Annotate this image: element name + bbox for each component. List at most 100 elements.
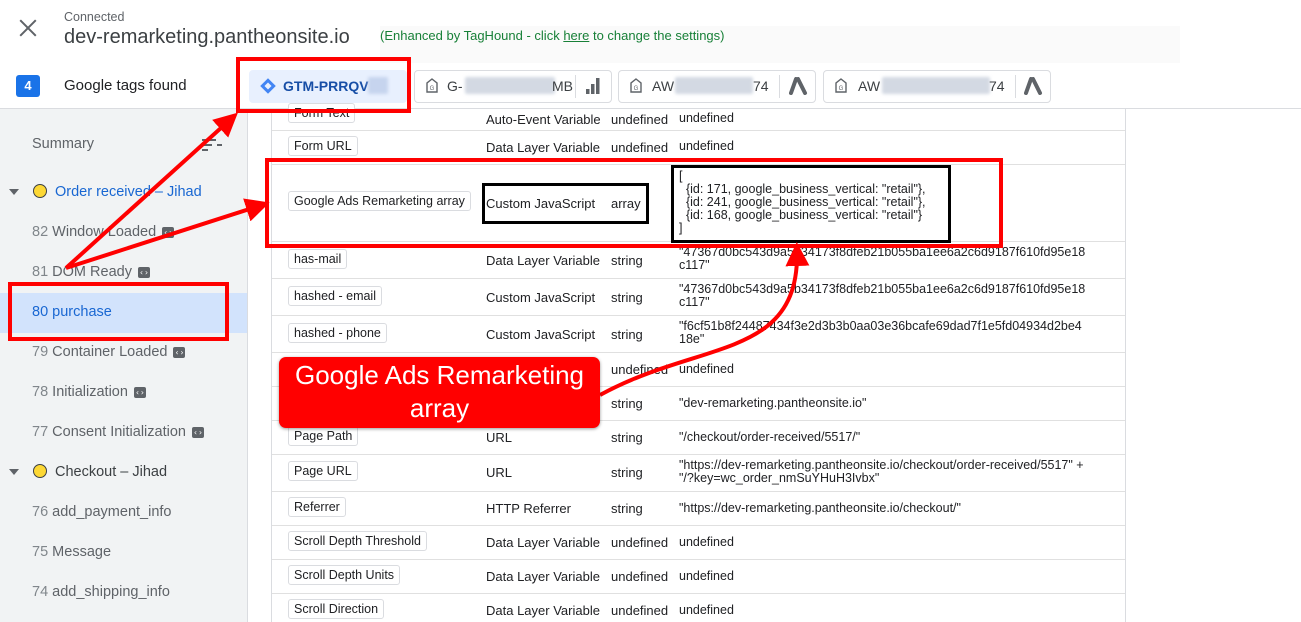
return-type: undefined xyxy=(611,569,669,584)
return-type: undefined xyxy=(611,140,669,155)
variable-name[interactable]: hashed - email xyxy=(288,286,382,306)
return-type: array xyxy=(611,196,641,211)
taghound-suffix: to change the settings) xyxy=(589,28,725,43)
event-number: 78 xyxy=(32,384,49,400)
event-number: 77 xyxy=(32,424,49,440)
event-label: Container Loaded xyxy=(52,344,168,360)
tag-chip-label: AW xyxy=(652,78,675,94)
variable-value: undefined xyxy=(679,603,734,617)
return-type: string xyxy=(611,396,643,411)
variable-name[interactable]: Page URL xyxy=(288,461,358,481)
google-tag-icon: G xyxy=(835,78,847,93)
variable-value: "47367d0bc543d9a5b34173f8dfeb21b055ba1ee… xyxy=(679,282,1086,309)
event-number: 74 xyxy=(32,584,49,600)
variable-value: "47367d0bc543d9a5b34173f8dfeb21b055ba1ee… xyxy=(679,245,1086,272)
table-row: hashed - email Custom JavaScript string … xyxy=(272,279,1125,316)
variable-type: Custom JavaScript xyxy=(486,196,596,211)
code-icon: ‹› xyxy=(173,347,186,358)
sidebar-group-order-received[interactable]: Order received – Jihad xyxy=(0,173,247,213)
variable-value: [ {id: 171, google_business_vertical: "r… xyxy=(679,169,926,235)
sidebar-event-initialization[interactable]: 78 Initialization ‹› xyxy=(0,373,247,413)
variable-name[interactable]: Referrer xyxy=(288,497,346,517)
variable-type: Data Layer Variable xyxy=(486,603,600,618)
variable-value: "/checkout/order-received/5517/" xyxy=(679,430,861,444)
sidebar-event-container-loaded[interactable]: 79 Container Loaded ‹› xyxy=(0,333,247,373)
expand-triangle-icon[interactable] xyxy=(9,189,19,195)
return-type: undefined xyxy=(611,603,669,618)
sidebar-event-message[interactable]: 75 Message xyxy=(0,533,247,573)
variable-name[interactable]: Form URL xyxy=(288,136,358,156)
variable-name[interactable]: hashed - phone xyxy=(288,323,387,343)
table-row: Referrer HTTP Referrer string "https://d… xyxy=(272,492,1125,526)
google-ads-icon xyxy=(1024,77,1042,95)
variable-type: Data Layer Variable xyxy=(486,140,600,155)
sidebar-event-dom-ready[interactable]: 81 DOM Ready ‹› xyxy=(0,253,247,293)
sidebar-event-purchase[interactable]: 80 purchase xyxy=(0,293,247,333)
annotation-callout: Google Ads Remarketing array xyxy=(279,357,600,428)
event-label: Window Loaded xyxy=(52,224,157,240)
expand-triangle-icon[interactable] xyxy=(9,469,19,475)
page-status-dot-icon xyxy=(33,184,47,198)
event-label: DOM Ready xyxy=(52,264,132,280)
group-title: Order received – Jihad xyxy=(55,184,202,200)
variable-name[interactable]: Form Text xyxy=(288,103,356,123)
return-type: undefined xyxy=(611,535,669,550)
sidebar-event-add-payment-info[interactable]: 76 add_payment_info xyxy=(0,493,247,533)
tag-chip-label: GTM-PRRQV xyxy=(283,78,369,94)
sidebar-group-checkout[interactable]: Checkout – Jihad xyxy=(0,453,247,493)
variable-name[interactable]: has-mail xyxy=(288,249,348,269)
variable-type: HTTP Referrer xyxy=(486,501,571,516)
table-row: Scroll Direction Data Layer Variable und… xyxy=(272,594,1125,622)
header: Connected dev-remarketing.pantheonsite.i… xyxy=(0,0,1301,64)
tags-found-label: Google tags found xyxy=(64,77,187,94)
variable-name[interactable]: Page Path xyxy=(288,426,359,446)
page-status-dot-icon xyxy=(33,464,47,478)
event-number: 82 xyxy=(32,224,49,240)
site-title: dev-remarketing.pantheonsite.io xyxy=(64,26,350,48)
variable-name[interactable]: Scroll Direction xyxy=(288,599,385,619)
tag-chip-label: AW xyxy=(858,78,881,94)
sidebar-event-add-shipping-info[interactable]: 74 add_shipping_info xyxy=(0,573,247,613)
tag-chip-label-tail: 74 xyxy=(989,78,1005,94)
return-type: undefined xyxy=(611,112,669,127)
connection-status: Connected xyxy=(64,10,125,24)
svg-text:G: G xyxy=(430,86,435,92)
return-type: undefined xyxy=(611,362,669,377)
svg-text:G: G xyxy=(634,86,639,92)
variable-type: Auto-Event Variable xyxy=(486,112,601,127)
variable-value: undefined xyxy=(679,569,734,583)
svg-text:G: G xyxy=(839,86,844,92)
event-number: 76 xyxy=(32,504,49,520)
tag-count-badge: 4 xyxy=(16,75,40,97)
redacted-text xyxy=(675,77,753,94)
taghound-settings-link[interactable]: here xyxy=(563,28,589,43)
event-label: add_payment_info xyxy=(52,504,172,520)
tag-chip-gtm[interactable]: GTM-PRRQV xyxy=(249,70,407,103)
variable-value: "https://dev-remarketing.pantheonsite.io… xyxy=(679,458,1084,485)
variable-name[interactable]: Google Ads Remarketing array xyxy=(288,191,471,211)
filter-list-icon[interactable] xyxy=(202,138,222,152)
variable-name[interactable]: Scroll Depth Units xyxy=(288,565,401,585)
table-row: hashed - phone Custom JavaScript string … xyxy=(272,316,1125,353)
redacted-text xyxy=(882,77,990,94)
variable-value: undefined xyxy=(679,535,734,549)
sidebar-event-consent-initialization[interactable]: 77 Consent Initialization ‹› xyxy=(0,413,247,453)
tag-chip-ga4[interactable]: G G- MB xyxy=(414,70,612,103)
taghound-notice: (Enhanced by TagHound - click here to ch… xyxy=(380,26,1180,63)
tag-chip-ads-1[interactable]: G AW 74 xyxy=(618,70,816,103)
close-icon[interactable] xyxy=(17,17,39,39)
sidebar-event-window-loaded[interactable]: 82 Window Loaded ‹› xyxy=(0,213,247,253)
variable-name[interactable]: Scroll Depth Threshold xyxy=(288,531,427,551)
return-type: string xyxy=(611,430,643,445)
variable-type: Custom JavaScript xyxy=(486,327,596,342)
table-row: Form Text Auto-Event Variable undefined … xyxy=(272,101,1125,131)
tag-chip-ads-2[interactable]: G AW 74 xyxy=(823,70,1051,103)
taghound-prefix: (Enhanced by TagHound - click xyxy=(380,28,564,43)
variable-value: "https://dev-remarketing.pantheonsite.io… xyxy=(679,501,961,515)
sidebar-summary[interactable]: Summary xyxy=(0,125,247,165)
redacted-text xyxy=(368,77,388,94)
event-number: 75 xyxy=(32,544,49,560)
table-row: has-mail Data Layer Variable string "473… xyxy=(272,242,1125,279)
variable-type: Data Layer Variable xyxy=(486,535,600,550)
table-row: Google Ads Remarketing array Custom Java… xyxy=(272,165,1125,242)
